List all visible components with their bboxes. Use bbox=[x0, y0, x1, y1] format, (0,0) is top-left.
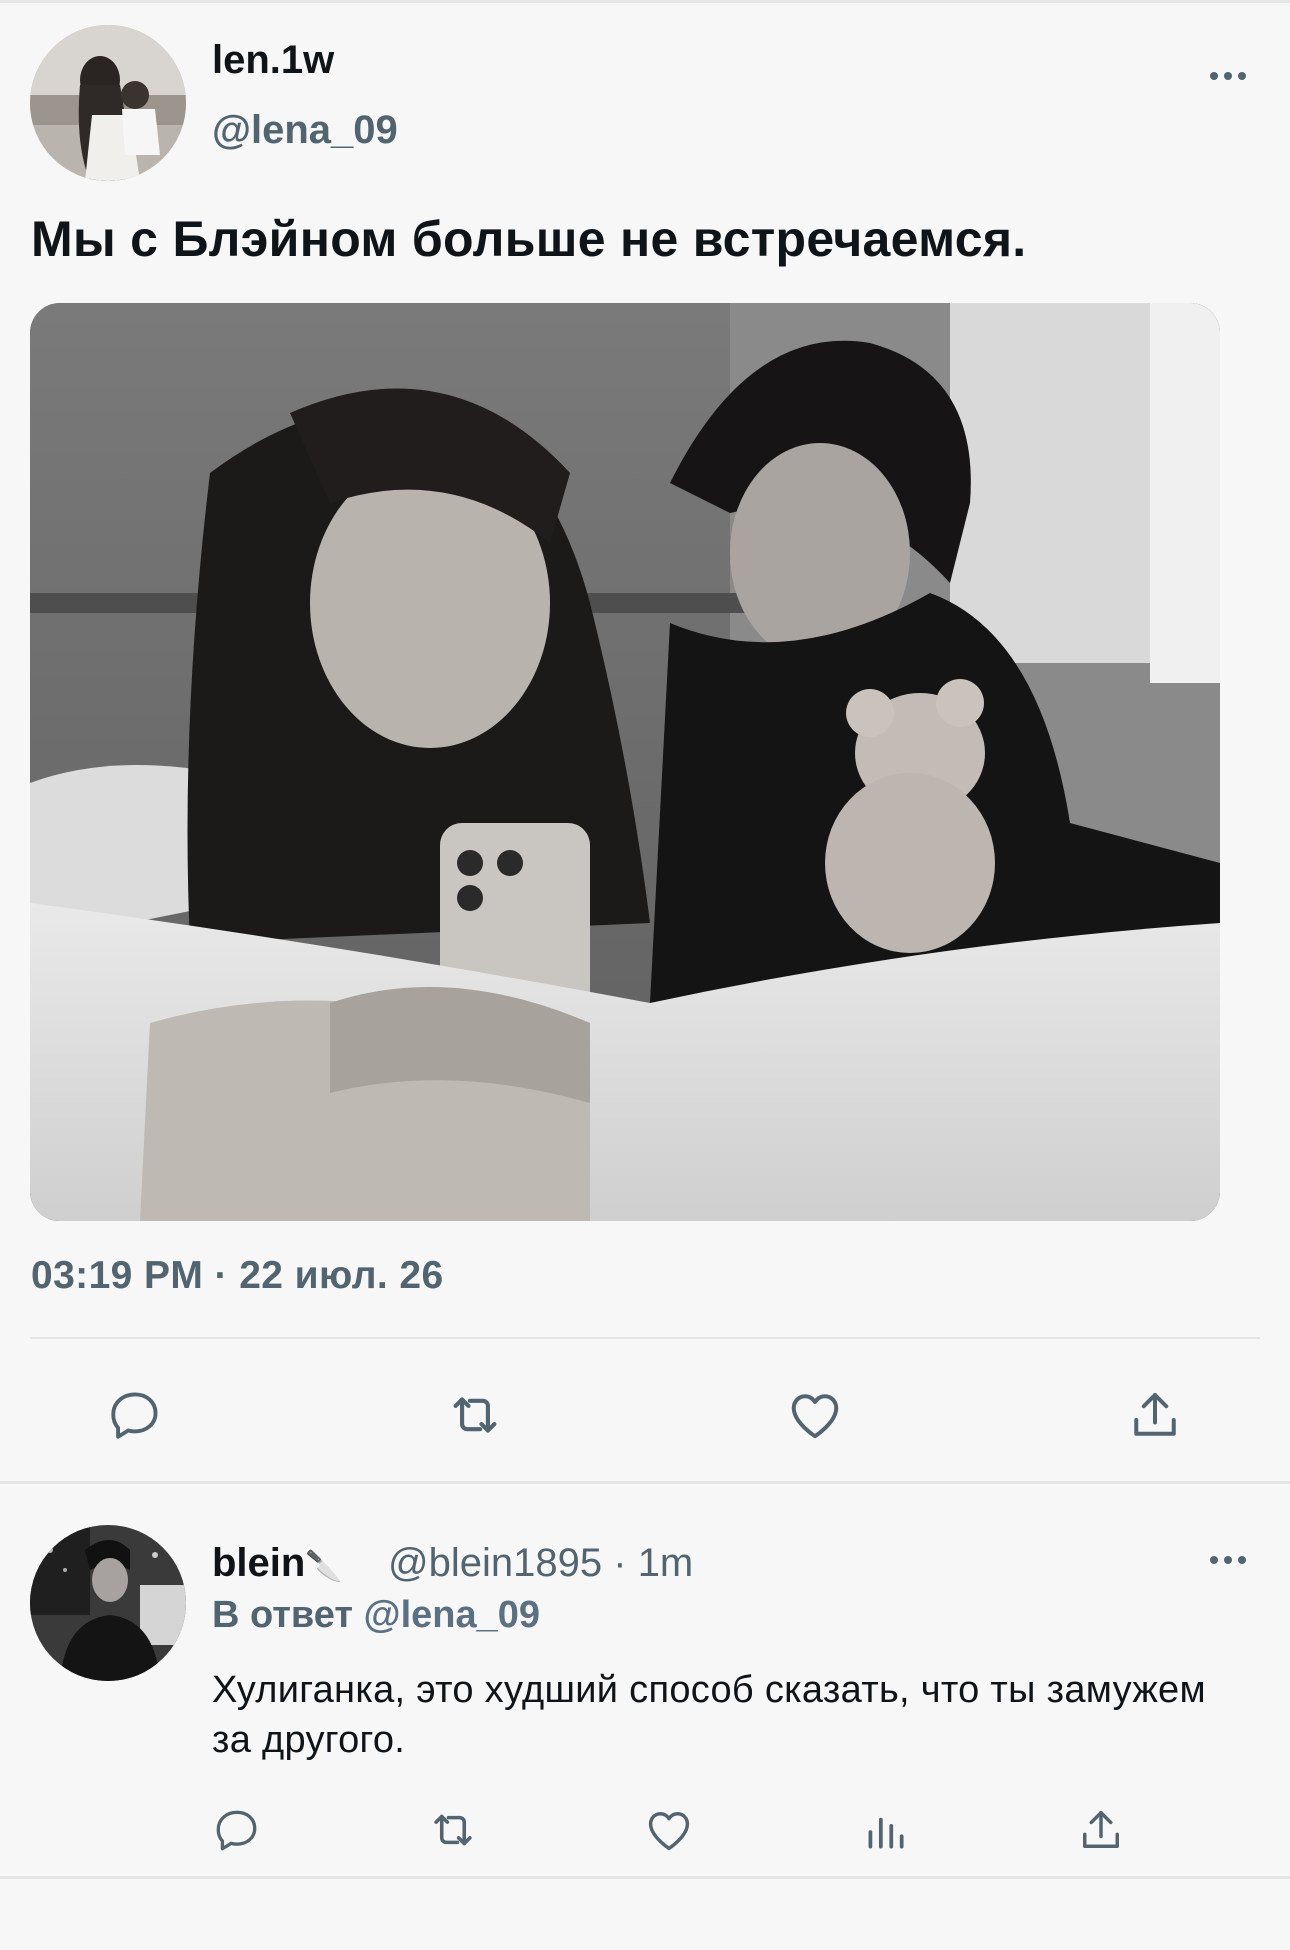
retweet-button[interactable] bbox=[440, 1380, 510, 1450]
tweet-timestamp[interactable]: 03:19 PM · 22 июл. 26 bbox=[31, 1254, 444, 1298]
heart-icon bbox=[648, 1812, 690, 1851]
reply-time: 1m bbox=[637, 1541, 694, 1585]
knife-emoji: 🔪 bbox=[305, 1550, 343, 1583]
reply-more-options-icon[interactable] bbox=[1206, 1550, 1250, 1570]
comment-icon bbox=[111, 1392, 158, 1439]
section-divider bbox=[0, 1481, 1290, 1484]
like-button[interactable] bbox=[780, 1380, 850, 1450]
reply-meta-dot: · bbox=[613, 1541, 627, 1585]
reply-to-line: В ответ @lena_09 bbox=[212, 1594, 540, 1637]
reply-reply-button[interactable] bbox=[207, 1800, 267, 1860]
reply-views-button[interactable] bbox=[855, 1800, 915, 1860]
share-button[interactable] bbox=[1120, 1380, 1190, 1450]
tweet-photo[interactable] bbox=[30, 303, 1220, 1221]
share-icon bbox=[1134, 1393, 1176, 1436]
tweet-time: 03:19 PM bbox=[31, 1254, 204, 1297]
author-name[interactable]: len.1w bbox=[212, 38, 334, 83]
share-icon bbox=[1083, 1810, 1119, 1848]
reply-button[interactable] bbox=[100, 1380, 170, 1450]
reply-author-meta[interactable]: @blein1895 · 1m bbox=[388, 1541, 693, 1586]
reply-share-button[interactable] bbox=[1071, 1800, 1131, 1860]
tweet-text: Мы с Блэйном больше не встречаемся. bbox=[31, 211, 1027, 267]
retweet-icon bbox=[453, 1397, 497, 1433]
reply-to-mention[interactable]: @lena_09 bbox=[364, 1594, 541, 1636]
tweet-date: 22 июл. 26 bbox=[239, 1254, 444, 1297]
more-options-icon[interactable] bbox=[1206, 66, 1250, 86]
reply-author-handle: @blein1895 bbox=[388, 1541, 603, 1585]
heart-icon bbox=[791, 1394, 839, 1439]
reply-retweet-button[interactable] bbox=[423, 1800, 483, 1860]
author-handle[interactable]: @lena_09 bbox=[212, 108, 398, 153]
bottom-divider bbox=[0, 1876, 1290, 1879]
analytics-icon bbox=[868, 1817, 904, 1849]
retweet-icon bbox=[434, 1814, 472, 1846]
meta-separator: · bbox=[214, 1254, 228, 1297]
meta-divider bbox=[30, 1337, 1260, 1339]
author-avatar[interactable] bbox=[30, 25, 186, 181]
reply-like-button[interactable] bbox=[639, 1800, 699, 1860]
reply-author-name-text: blein bbox=[212, 1541, 306, 1585]
top-border bbox=[0, 0, 1290, 3]
reply-to-prefix: В ответ bbox=[212, 1594, 353, 1636]
reply-text: Хулиганка, это худший способ сказать, чт… bbox=[212, 1669, 1206, 1761]
comment-icon bbox=[216, 1810, 257, 1851]
reply-author-name[interactable]: blein🔪 bbox=[212, 1541, 343, 1586]
reply-author-avatar[interactable] bbox=[30, 1525, 186, 1681]
